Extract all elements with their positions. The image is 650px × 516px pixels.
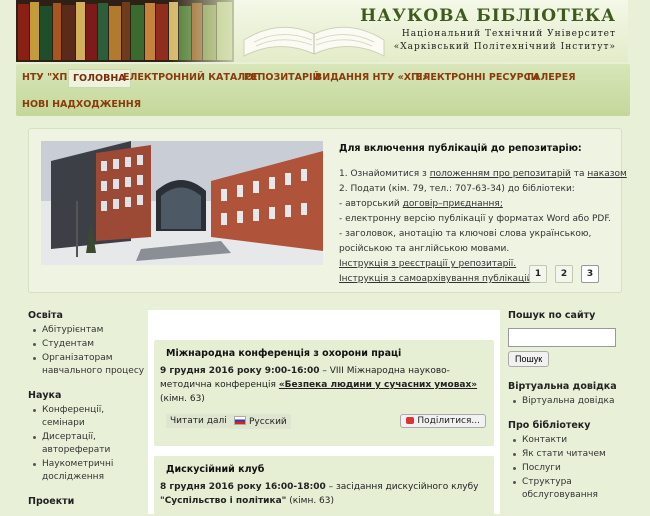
news-text-part: (кімн. 63) xyxy=(286,496,335,506)
sidebar-item-conferences[interactable]: Конференції, семінари xyxy=(26,404,146,430)
sidebar-heading-about: Про бібліотеку xyxy=(508,420,591,431)
sidebar-list-about: Контакти Як стати читачем Послуги Структ… xyxy=(506,434,630,502)
nav-item-home[interactable]: ГОЛОВНА xyxy=(68,69,131,88)
main-navigation: НТУ "ХПІ" ГОЛОВНА ЕЛЕКТРОННИЙ КАТАЛОГ РЕ… xyxy=(16,64,630,116)
site-subtitle-university: Національний Технічний Університет xyxy=(401,29,616,39)
sidebar-heading-education: Освіта xyxy=(28,310,63,321)
slider-page-3[interactable]: 3 xyxy=(581,265,599,283)
news-text: 8 грудня 2016 року 16:00-18:00 – засідан… xyxy=(160,480,480,508)
news-date: 9 грудня 2016 року 9:00-16:00 xyxy=(160,366,320,376)
sidebar-list-education: Абітурієнтам Студентам Організаторам нав… xyxy=(26,324,146,378)
sidebar-item-scientometrics[interactable]: Наукометричні дослідження xyxy=(26,458,146,484)
slide-title: Для включення публікацій до репозитарію: xyxy=(339,143,582,154)
repository-slider: Для включення публікацій до репозитарію:… xyxy=(28,128,627,293)
sidebar-item-applicants[interactable]: Абітурієнтам xyxy=(26,324,146,337)
sidebar-heading-virtual-help: Віртуальна довідка xyxy=(508,381,617,392)
news-title[interactable]: Дискусійний клуб xyxy=(166,464,264,475)
sidebar-item-organizers[interactable]: Організаторам навчального процесу xyxy=(26,352,146,378)
nav-item-new-arrivals[interactable]: НОВІ НАДХОДЖЕННЯ xyxy=(22,99,141,110)
news-event-link[interactable]: «Безпека людини у сучасних умовах» xyxy=(279,380,477,390)
site-subtitle-institute: «Харківський Політехнічний Інститут» xyxy=(393,42,616,52)
news-text: 9 грудня 2016 року 9:00-16:00 – VIII Між… xyxy=(160,364,480,406)
nav-item-repository[interactable]: РЕПОЗИТАРІЙ xyxy=(244,72,320,83)
registration-instruction-text[interactable]: Інструкція з реєстрації у репозитарії. xyxy=(339,259,516,269)
sidebar-list-virtual-help: Віртуальна довідка xyxy=(506,395,630,408)
site-header: НАУКОВА БІБЛІОТЕКА Національний Технічни… xyxy=(16,0,628,62)
slide-abstract-line: - заголовок, анотацію та ключові слова у… xyxy=(339,229,592,239)
nav-item-e-resources[interactable]: ЕЛЕКТРОННІ РЕСУРСИ xyxy=(416,72,539,83)
share-button[interactable]: Поділитися... xyxy=(400,414,486,428)
slide-agreement-line: - авторський договір–приєднання; xyxy=(339,199,503,209)
sidebar-item-service-structure[interactable]: Структура обслуговування xyxy=(506,476,630,502)
search-heading: Пошук по сайту xyxy=(508,310,596,321)
self-archive-instruction-text[interactable]: Інструкція з самоархівування публікацій. xyxy=(339,274,535,284)
slider-page-2[interactable]: 2 xyxy=(555,265,573,283)
regulation-link[interactable]: положенням про репозитарій xyxy=(430,169,571,179)
news-event-link[interactable]: "Суспільство і політика" xyxy=(160,496,286,506)
left-sidebar: Освіта Абітурієнтам Студентам Організато… xyxy=(26,310,146,514)
order-link[interactable]: наказом xyxy=(587,169,626,179)
registration-instruction-link[interactable]: Інструкція з реєстрації у репозитарії. xyxy=(339,259,516,269)
library-building-photo xyxy=(41,141,323,265)
sidebar-heading-science: Наука xyxy=(28,390,62,401)
sidebar-heading-projects: Проекти xyxy=(28,496,75,507)
share-icon xyxy=(406,417,415,424)
news-text-part: (кімн. 63) xyxy=(160,394,205,404)
share-label: Поділитися... xyxy=(417,416,480,426)
news-item: Дискусійний клуб 8 грудня 2016 року 16:0… xyxy=(154,456,494,516)
agreement-link[interactable]: договір–приєднання; xyxy=(403,199,503,209)
slide-text: 1. Ознайомитися з xyxy=(339,169,430,179)
slide-text: - авторський xyxy=(339,199,403,209)
language-label: Русский xyxy=(249,417,287,427)
nav-item-e-catalog[interactable]: ЕЛЕКТРОННИЙ КАТАЛОГ xyxy=(123,72,259,83)
slide-text: та xyxy=(570,169,588,179)
search-input[interactable] xyxy=(508,328,616,347)
news-title[interactable]: Міжнародна конференція з охорони праці xyxy=(166,348,401,359)
news-content: Міжнародна конференція з охорони праці 9… xyxy=(148,310,500,516)
slide-languages-line: російською та англійською мовами. xyxy=(339,244,510,254)
read-more-link[interactable]: Читати далі xyxy=(166,414,231,428)
sidebar-list-science: Конференції, семінари Дисертації, авторе… xyxy=(26,404,146,484)
sidebar-item-dissertations[interactable]: Дисертації, автореферати xyxy=(26,431,146,457)
russian-flag-icon xyxy=(234,416,246,425)
sidebar-item-services[interactable]: Послуги xyxy=(506,462,630,475)
slide-step-2: 2. Подати (кім. 79, тел.: 707-63-34) до … xyxy=(339,184,575,194)
search-button[interactable]: Пошук xyxy=(508,351,550,367)
site-title: НАУКОВА БІБЛІОТЕКА xyxy=(360,6,616,26)
news-text-part: – засідання дискусійного клубу xyxy=(325,482,479,492)
language-link[interactable]: Русский xyxy=(230,414,291,429)
sidebar-item-contacts[interactable]: Контакти xyxy=(506,434,630,447)
slide-step-1: 1. Ознайомитися з положенням про репозит… xyxy=(339,169,627,179)
self-archive-instruction-link[interactable]: Інструкція з самоархівування публікацій. xyxy=(339,274,535,284)
nav-item-ntu-publications[interactable]: ВИДАННЯ НТУ «ХПІ» xyxy=(315,72,429,83)
books-banner-image xyxy=(16,0,234,62)
nav-item-gallery[interactable]: ГАЛЕРЕЯ xyxy=(527,72,576,83)
news-item: Міжнародна конференція з охорони праці 9… xyxy=(154,340,494,446)
slider-page-1[interactable]: 1 xyxy=(529,265,547,283)
sidebar-item-virtual-help[interactable]: Віртуальна довідка xyxy=(506,395,630,408)
slide-electronic-version-line: - електронну версію публікації у формата… xyxy=(339,214,611,224)
sidebar-item-become-reader[interactable]: Як стати читачем xyxy=(506,448,630,461)
sidebar-item-students[interactable]: Студентам xyxy=(26,338,146,351)
right-sidebar: Пошук по сайту Пошук Віртуальна довідка … xyxy=(506,310,630,514)
news-date: 8 грудня 2016 року 16:00-18:00 xyxy=(160,482,326,492)
